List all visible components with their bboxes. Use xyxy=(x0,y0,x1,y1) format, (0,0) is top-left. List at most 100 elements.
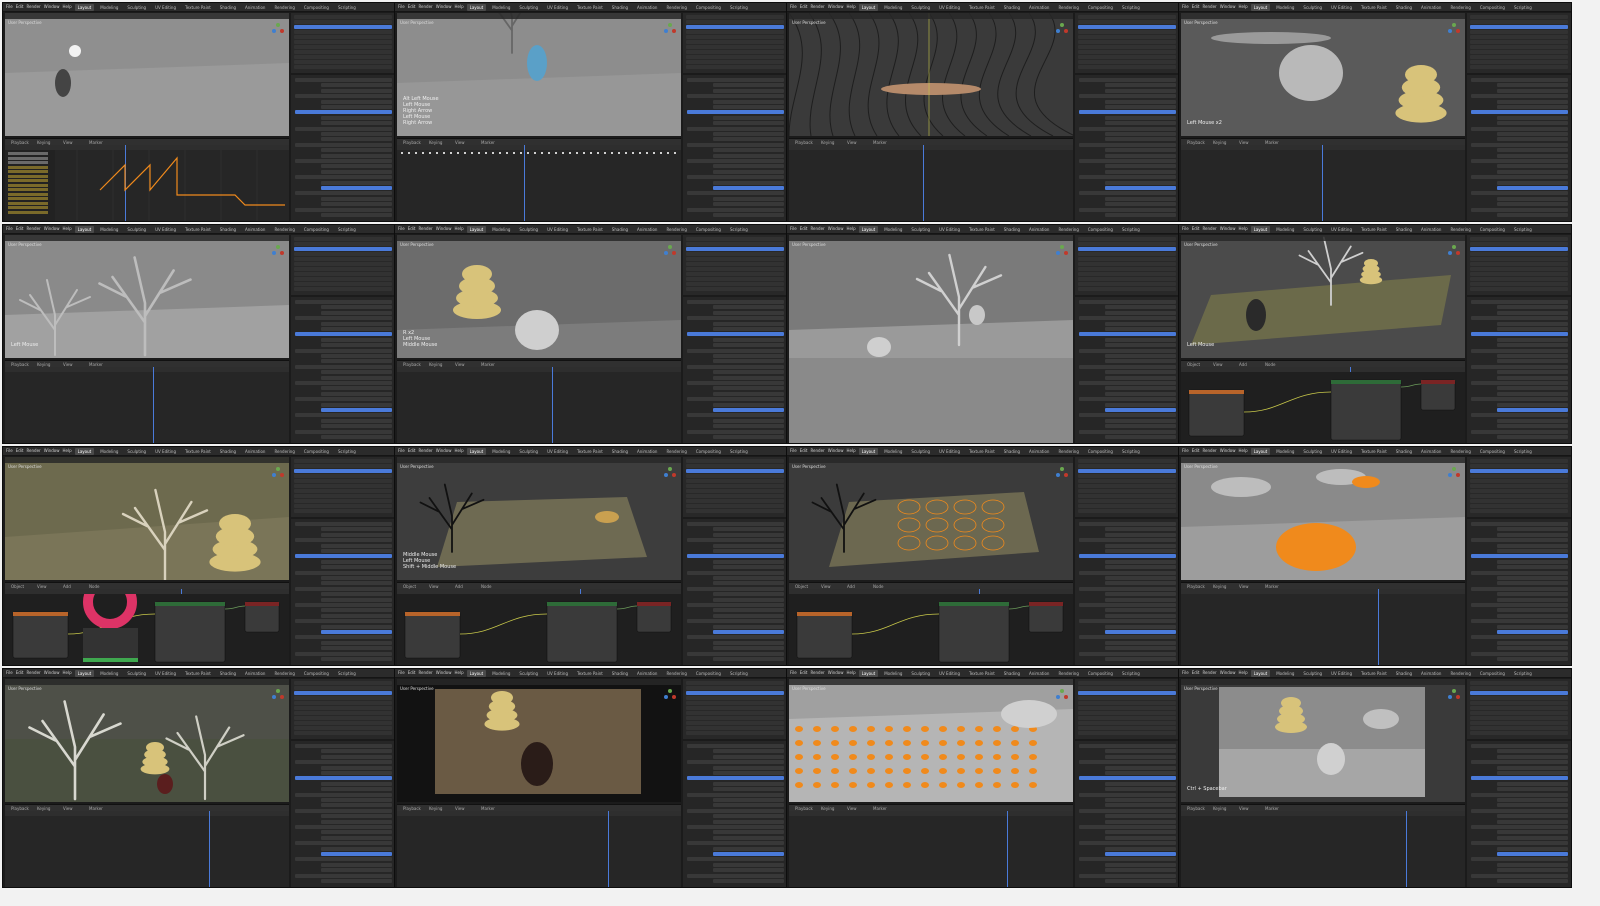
property-field[interactable] xyxy=(1471,619,1568,624)
outliner-item[interactable] xyxy=(686,45,784,49)
outliner-item[interactable] xyxy=(294,721,392,725)
property-field[interactable] xyxy=(713,169,784,174)
outliner-item[interactable] xyxy=(1078,237,1176,241)
outliner-item[interactable] xyxy=(686,469,784,473)
menu-render[interactable]: Render xyxy=(1202,669,1216,677)
property-field[interactable] xyxy=(687,841,784,846)
outliner-item[interactable] xyxy=(1470,277,1568,281)
outliner[interactable] xyxy=(1075,13,1179,73)
outliner-item[interactable] xyxy=(294,242,392,246)
property-field[interactable] xyxy=(713,657,784,661)
outliner-item[interactable] xyxy=(686,267,784,271)
property-field[interactable] xyxy=(1497,754,1568,759)
menu-help[interactable]: Help xyxy=(454,447,463,455)
menu-window[interactable]: Window xyxy=(1220,225,1236,233)
outliner-item[interactable] xyxy=(294,504,392,508)
tab-sculpting[interactable]: Sculpting xyxy=(1300,670,1325,677)
property-field[interactable] xyxy=(1105,386,1176,391)
outliner-item[interactable] xyxy=(1470,40,1568,44)
viewport-header[interactable] xyxy=(789,679,1073,685)
menu-file[interactable]: File xyxy=(6,669,13,677)
tab-rendering[interactable]: Rendering xyxy=(663,226,689,233)
viewport-header[interactable] xyxy=(1181,235,1465,241)
property-field[interactable] xyxy=(687,570,784,575)
tab-texture-paint[interactable]: Texture Paint xyxy=(182,4,214,11)
property-field[interactable] xyxy=(1497,169,1568,174)
property-field[interactable] xyxy=(321,879,392,883)
property-field[interactable] xyxy=(1497,852,1568,856)
outliner-item[interactable] xyxy=(1078,50,1176,54)
tab-scripting[interactable]: Scripting xyxy=(335,448,359,455)
properties-editor[interactable] xyxy=(683,75,787,221)
outliner-item[interactable] xyxy=(1470,257,1568,261)
property-field[interactable] xyxy=(1105,186,1176,190)
outliner-item[interactable] xyxy=(1470,499,1568,503)
property-field[interactable] xyxy=(713,835,784,840)
property-field[interactable] xyxy=(1105,115,1176,120)
menu-help[interactable]: Help xyxy=(62,669,71,677)
menu-help[interactable]: Help xyxy=(1238,669,1247,677)
outliner-item[interactable] xyxy=(1470,20,1568,24)
property-field[interactable] xyxy=(295,126,392,131)
tab-scripting[interactable]: Scripting xyxy=(1511,448,1535,455)
property-field[interactable] xyxy=(687,94,784,99)
property-field[interactable] xyxy=(321,798,392,802)
property-field[interactable] xyxy=(1105,424,1176,429)
property-field[interactable] xyxy=(1471,364,1568,369)
property-field[interactable] xyxy=(1471,94,1568,99)
menu-file[interactable]: File xyxy=(398,3,405,11)
property-field[interactable] xyxy=(1471,873,1568,878)
outliner[interactable] xyxy=(683,13,787,73)
property-field[interactable] xyxy=(1079,538,1176,543)
menu-window[interactable]: Window xyxy=(436,669,452,677)
property-field[interactable] xyxy=(295,522,392,526)
tab-shading[interactable]: Shading xyxy=(609,226,631,233)
tab-texture-paint[interactable]: Texture Paint xyxy=(574,448,606,455)
tab-layout[interactable]: Layout xyxy=(74,447,95,455)
3d-viewport[interactable]: User Perspective xyxy=(789,235,1073,358)
tab-rendering[interactable]: Rendering xyxy=(271,670,297,677)
property-field[interactable] xyxy=(1079,397,1176,402)
property-field[interactable] xyxy=(1105,354,1176,358)
property-field[interactable] xyxy=(713,559,784,564)
property-field[interactable] xyxy=(1079,873,1176,878)
property-field[interactable] xyxy=(321,321,392,326)
outliner-item[interactable] xyxy=(294,287,392,291)
property-field[interactable] xyxy=(1079,381,1176,385)
property-field[interactable] xyxy=(713,754,784,759)
tab-rendering[interactable]: Rendering xyxy=(271,448,297,455)
3d-viewport[interactable]: User Perspective Left Mouse x2 xyxy=(1181,13,1465,136)
property-field[interactable] xyxy=(713,180,784,185)
outliner-item[interactable] xyxy=(686,711,784,715)
3d-viewport[interactable]: User Perspective xyxy=(5,679,289,802)
property-field[interactable] xyxy=(321,624,392,629)
tab-uv-editing[interactable]: UV Editing xyxy=(936,670,963,677)
tab-compositing[interactable]: Compositing xyxy=(301,226,332,233)
tab-texture-paint[interactable]: Texture Paint xyxy=(574,226,606,233)
property-field[interactable] xyxy=(321,532,392,537)
outliner-item[interactable] xyxy=(686,716,784,720)
outliner-item[interactable] xyxy=(1078,20,1176,24)
outliner-item[interactable] xyxy=(294,686,392,690)
menu-file[interactable]: File xyxy=(1182,3,1189,11)
menu-edit[interactable]: Edit xyxy=(1192,447,1200,455)
outliner-item[interactable] xyxy=(1470,282,1568,286)
tab-scripting[interactable]: Scripting xyxy=(1119,4,1143,11)
menu-edit[interactable]: Edit xyxy=(16,225,24,233)
property-field[interactable] xyxy=(687,381,784,385)
timeline-editor[interactable]: Playback Keying View Marker xyxy=(397,804,681,887)
tab-animation[interactable]: Animation xyxy=(242,448,268,455)
property-field[interactable] xyxy=(1105,105,1176,109)
menu-file[interactable]: File xyxy=(398,669,405,677)
property-field[interactable] xyxy=(1105,630,1176,634)
property-field[interactable] xyxy=(1105,549,1176,553)
menu-help[interactable]: Help xyxy=(1238,225,1247,233)
property-field[interactable] xyxy=(687,332,784,337)
property-field[interactable] xyxy=(295,332,392,337)
property-field[interactable] xyxy=(1471,348,1568,353)
navigation-gizmo[interactable] xyxy=(1055,466,1069,480)
channel-row[interactable] xyxy=(8,156,48,160)
property-field[interactable] xyxy=(1471,110,1568,115)
property-field[interactable] xyxy=(295,429,392,434)
property-field[interactable] xyxy=(321,83,392,88)
